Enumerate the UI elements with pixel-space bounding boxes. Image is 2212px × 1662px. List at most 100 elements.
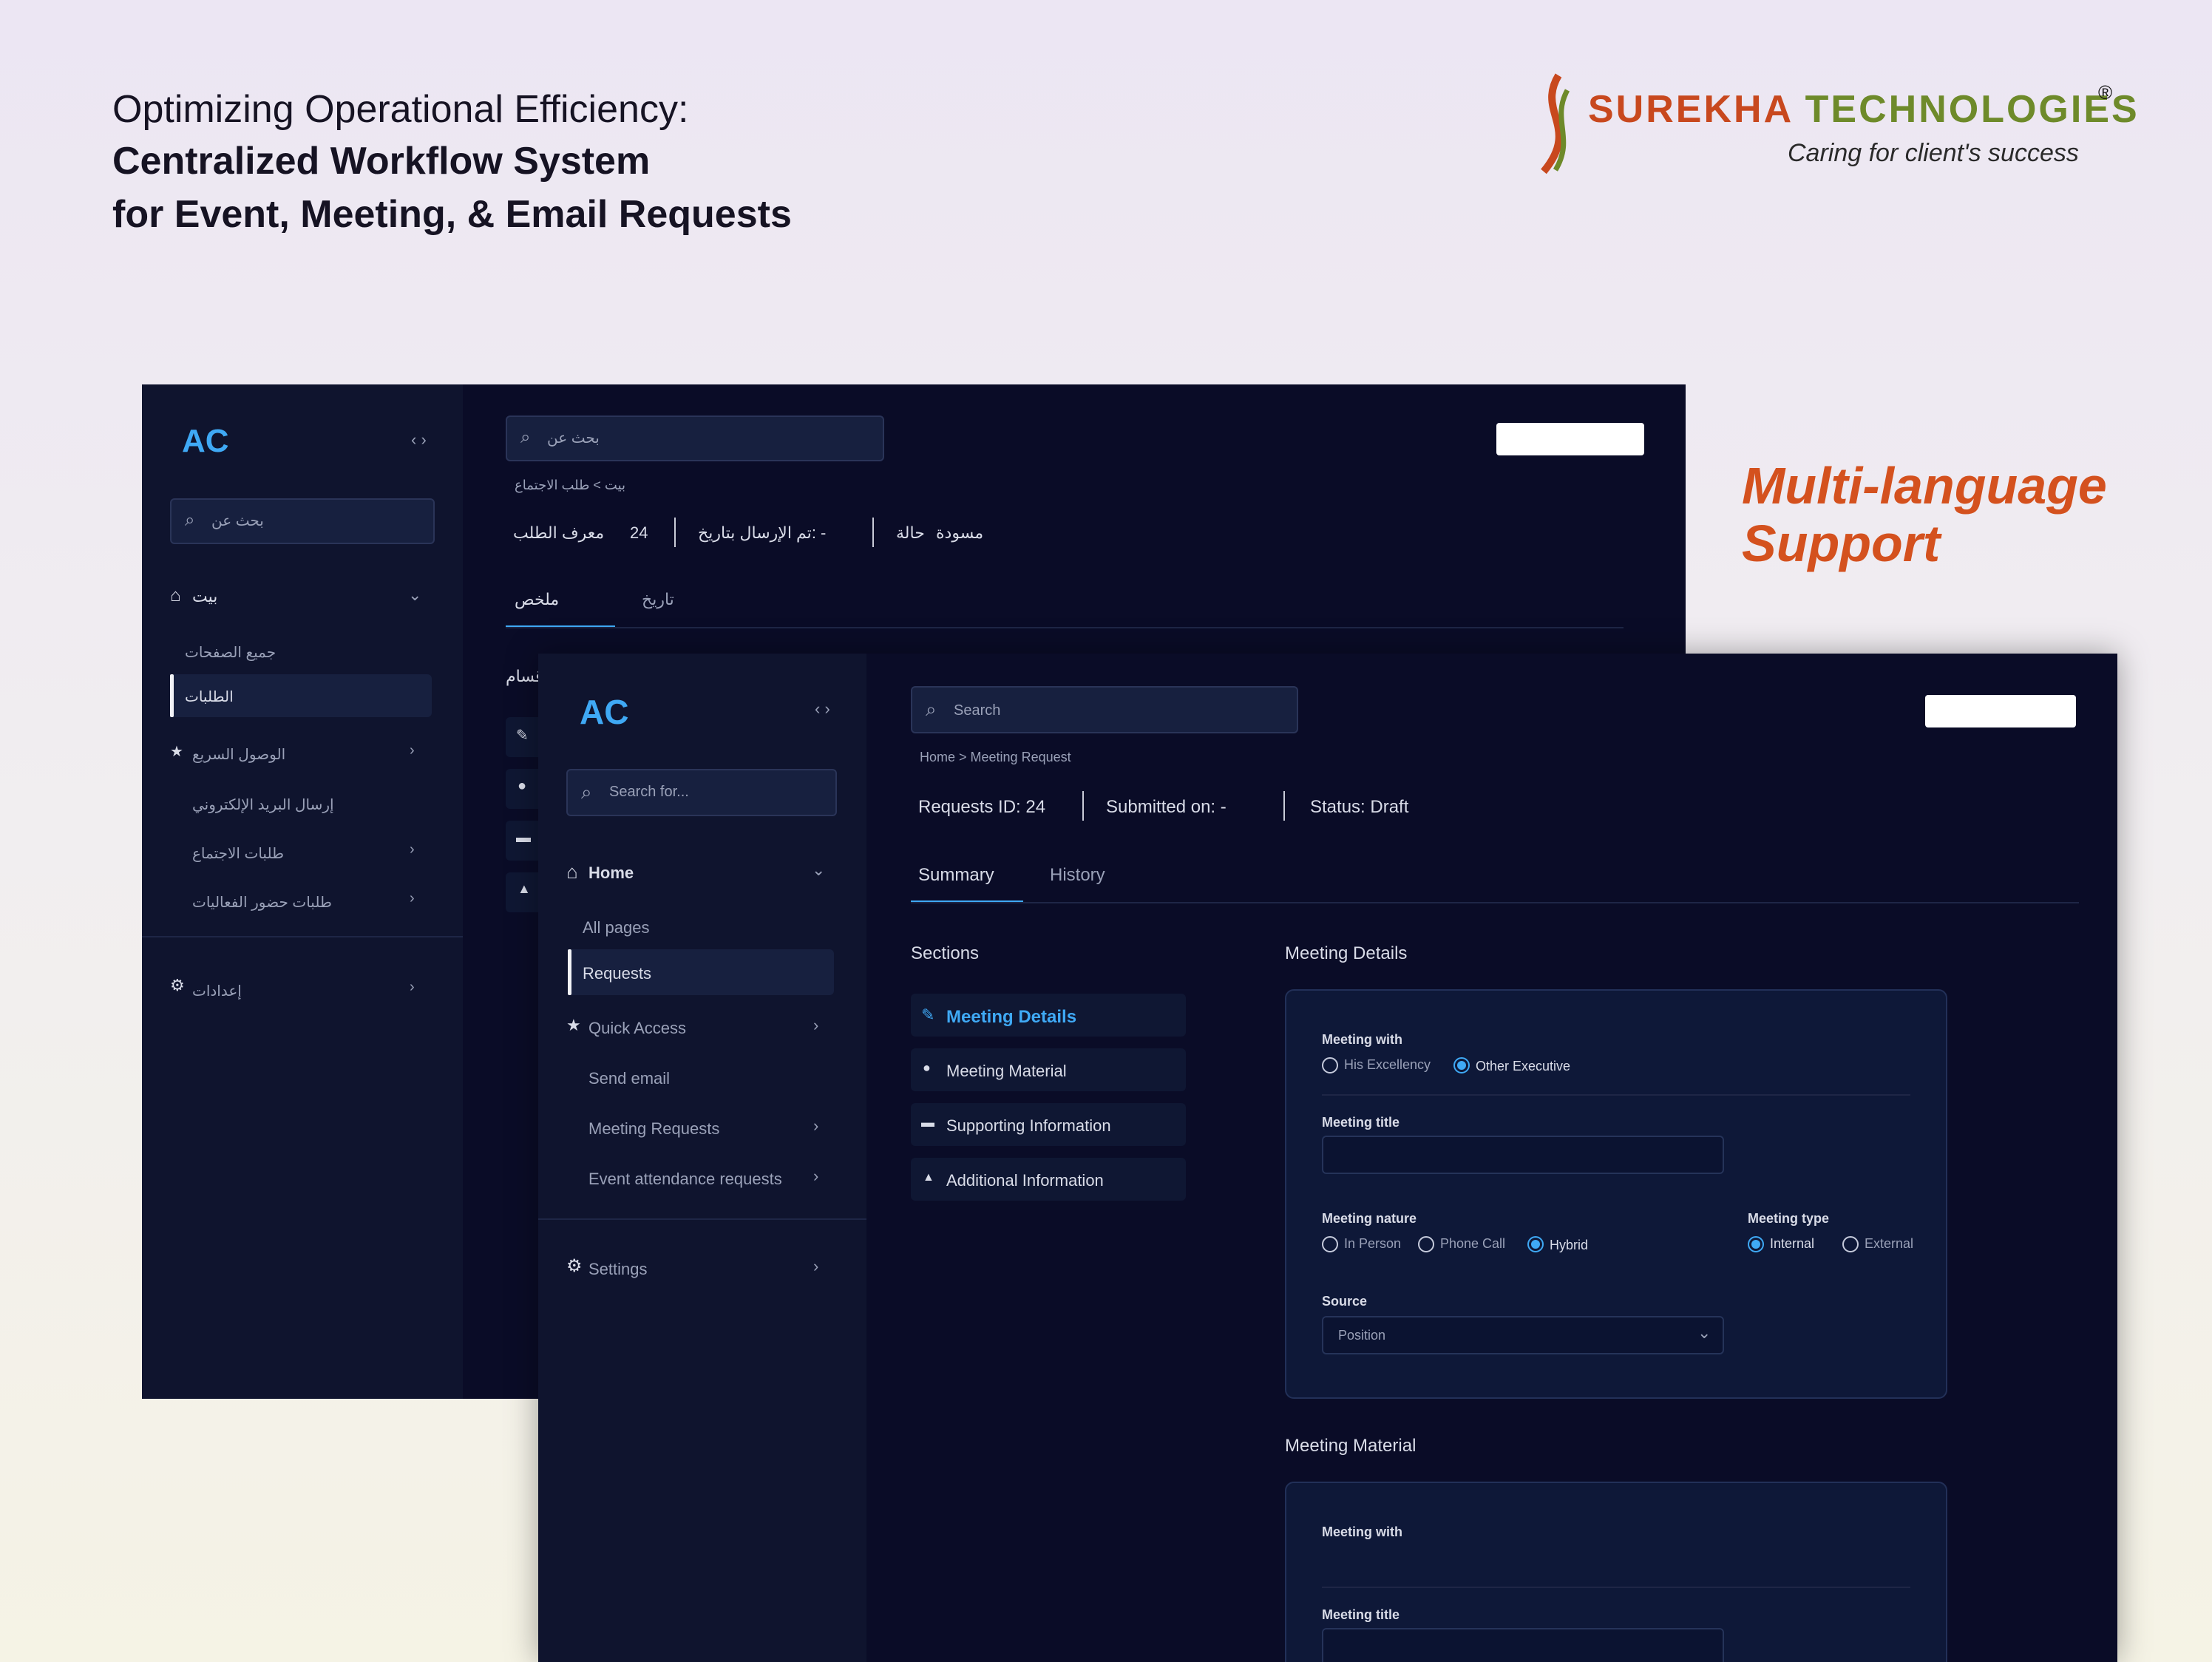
tab-summary[interactable]: ملخص — [515, 590, 559, 609]
nav-event-requests[interactable]: Event attendance requests — [588, 1170, 782, 1189]
section-label: Meeting Details — [946, 1007, 1077, 1027]
radio-label: Phone Call — [1440, 1236, 1506, 1251]
nav-event-requests[interactable]: طلبات حضور الفعاليات — [192, 893, 332, 912]
logo-icon: AC — [182, 423, 229, 459]
sidebar-divider — [538, 1218, 866, 1220]
chevron-right-icon[interactable]: › — [813, 1016, 818, 1035]
brand-logo-icon — [1541, 73, 1570, 174]
chevron-right-icon[interactable]: › — [410, 841, 415, 858]
arabic-sidebar: AC ‹ › ⌕ بحث عن ⌂ بيت ⌄ جميع الصفحات الط… — [142, 384, 463, 1399]
search-placeholder: بحث عن — [547, 430, 600, 447]
gear-icon: ⚙ — [566, 1256, 583, 1276]
section-meeting-details[interactable]: ✎ Meeting Details — [911, 994, 1186, 1037]
section-label: Additional Information — [946, 1171, 1104, 1190]
tab-summary[interactable]: Summary — [918, 865, 994, 886]
nav-send-email[interactable]: إرسال البريد الإلكتروني — [192, 796, 334, 814]
top-search-input[interactable]: ⌕ Search — [911, 686, 1298, 733]
status-value: مسودة — [936, 523, 984, 542]
meeting-material-card: Meeting with Meeting title — [1285, 1482, 1947, 1662]
radio-label: In Person — [1344, 1236, 1402, 1251]
feature-callout-line-1: Multi-language — [1742, 457, 2107, 515]
chevron-down-icon: ⌄ — [1697, 1323, 1711, 1342]
nav-settings[interactable]: إعدادات — [192, 982, 242, 1000]
user-icon: ● — [518, 778, 527, 794]
field-divider — [1322, 1587, 1910, 1588]
section-additional-information[interactable]: ▲ Additional Information — [911, 1158, 1186, 1201]
card-icon: ▬ — [516, 830, 531, 846]
radio-in-person[interactable] — [1322, 1236, 1338, 1252]
selected-indicator — [568, 949, 571, 995]
star-icon: ★ — [170, 744, 183, 760]
meeting-title-input[interactable] — [1322, 1136, 1724, 1174]
meeting-title-input[interactable] — [1322, 1628, 1724, 1662]
nav-quick-access[interactable]: الوصول السريع — [192, 745, 285, 764]
logo-icon: AC — [580, 693, 629, 731]
tab-divider — [911, 902, 2079, 903]
tab-history[interactable]: تاريخ — [642, 590, 674, 609]
chevron-right-icon[interactable]: › — [813, 1167, 818, 1186]
radio-other-executive[interactable] — [1453, 1057, 1470, 1073]
nav-all-pages[interactable]: All pages — [583, 918, 650, 937]
bell-icon: ▲ — [923, 1171, 934, 1184]
submitted-on: Submitted on: - — [1106, 797, 1227, 817]
radio-hybrid[interactable] — [1527, 1236, 1544, 1252]
nav-send-email[interactable]: Send email — [588, 1069, 670, 1088]
radio-label: Other Executive — [1476, 1059, 1571, 1073]
brand-tagline: Caring for client's success — [1788, 139, 2079, 167]
chevron-down-icon[interactable]: ⌄ — [812, 861, 825, 880]
radio-phone-call[interactable] — [1418, 1236, 1434, 1252]
nav-quick-access[interactable]: Quick Access — [588, 1019, 686, 1038]
nav-settings[interactable]: Settings — [588, 1260, 648, 1279]
radio-external[interactable] — [1842, 1236, 1859, 1252]
registered-mark: ® — [2098, 81, 2113, 104]
user-icon: ● — [923, 1060, 931, 1075]
request-id: Requests ID: 24 — [918, 797, 1046, 817]
search-placeholder: بحث عن — [211, 513, 264, 529]
request-id-value: 24 — [630, 523, 648, 542]
nav-requests-selected[interactable]: الطلبات — [170, 674, 432, 717]
profile-placeholder[interactable] — [1925, 695, 2076, 727]
arabic-top-search[interactable]: ⌕ بحث عن — [506, 416, 884, 461]
selected-indicator — [170, 674, 174, 717]
status-label: حالة — [896, 523, 925, 542]
sections-title: Sections — [911, 943, 980, 963]
nav-meeting-requests[interactable]: طلبات الاجتماع — [192, 844, 284, 863]
nav-meeting-requests[interactable]: Meeting Requests — [588, 1119, 719, 1139]
nav-all-pages[interactable]: جميع الصفحات — [185, 643, 276, 662]
collapse-icon[interactable]: ‹ › — [411, 430, 427, 450]
source-select[interactable]: Position ⌄ — [1322, 1316, 1724, 1354]
radio-internal[interactable] — [1748, 1236, 1764, 1252]
arabic-sidebar-search[interactable]: ⌕ بحث عن — [170, 498, 435, 544]
chevron-right-icon[interactable]: › — [410, 742, 415, 759]
search-placeholder: Search — [954, 702, 1001, 719]
headline-line-3: for Event, Meeting, & Email Requests — [112, 193, 792, 236]
meeting-with-label: Meeting with — [1322, 1032, 1402, 1047]
section-meeting-material[interactable]: ● Meeting Material — [911, 1048, 1186, 1091]
chevron-right-icon[interactable]: › — [813, 1116, 818, 1136]
nav-requests-selected[interactable]: Requests — [568, 949, 834, 995]
search-icon: ⌕ — [185, 510, 195, 530]
meeting-type-label: Meeting type — [1748, 1211, 1830, 1226]
chevron-right-icon[interactable]: › — [410, 979, 415, 996]
bell-icon: ▲ — [518, 881, 531, 896]
chevron-down-icon[interactable]: ⌄ — [408, 586, 421, 605]
divider — [872, 518, 874, 547]
pencil-icon: ✎ — [516, 727, 529, 744]
meeting-nature-label: Meeting nature — [1322, 1211, 1417, 1226]
feature-callout-line-2: Support — [1742, 515, 1941, 572]
nav-home[interactable]: بيت — [192, 587, 217, 606]
chevron-right-icon[interactable]: › — [813, 1257, 818, 1276]
meeting-title-label: Meeting title — [1322, 1115, 1400, 1130]
gear-icon: ⚙ — [170, 976, 185, 994]
profile-placeholder[interactable] — [1496, 423, 1644, 455]
radio-his-excellency[interactable] — [1322, 1057, 1338, 1073]
request-id-label: معرف الطلب — [513, 523, 605, 542]
collapse-icon[interactable]: ‹ › — [815, 699, 830, 719]
nav-home[interactable]: Home — [588, 864, 634, 883]
section-supporting-information[interactable]: ▬ Supporting Information — [911, 1103, 1186, 1146]
chevron-right-icon[interactable]: › — [410, 890, 415, 907]
sidebar-search-input[interactable]: ⌕ Search for... — [566, 769, 837, 816]
section-label: Meeting Material — [946, 1062, 1067, 1080]
tab-divider — [506, 627, 1624, 628]
tab-history[interactable]: History — [1050, 865, 1105, 886]
